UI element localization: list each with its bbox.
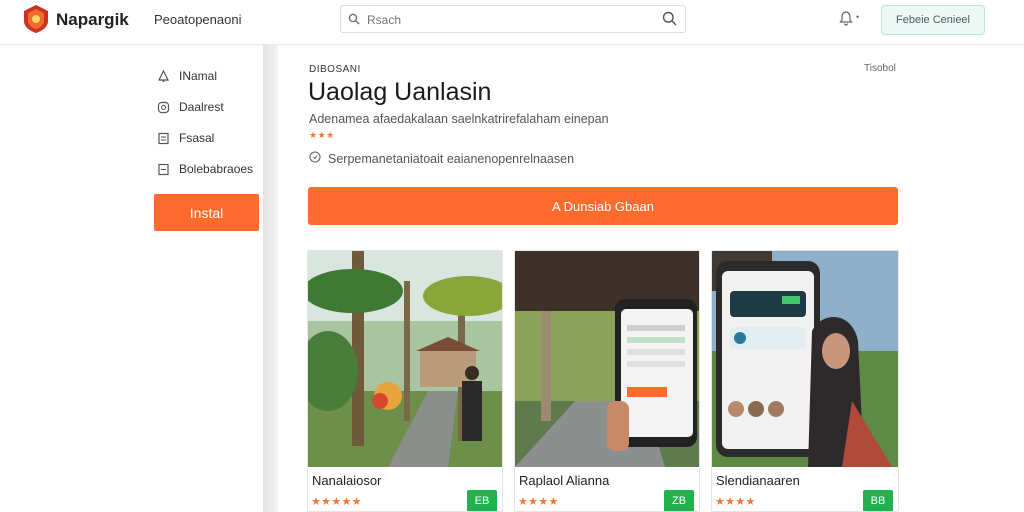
- list-icon: [156, 162, 170, 176]
- search-submit-icon[interactable]: [662, 11, 677, 31]
- card-title: Raplaol Alianna: [519, 473, 610, 488]
- chevron-down-icon[interactable]: •: [856, 12, 859, 22]
- garden-photo[interactable]: [308, 251, 502, 467]
- card-action-button[interactable]: ZB: [664, 490, 694, 511]
- phone-and-person-photo[interactable]: [712, 251, 898, 467]
- info-text: Serpemanetaniatoait eaianenopenrelnaasen: [328, 151, 575, 166]
- page-subtitle: Adenamea afaedakalaan saelnkatrirefalaha…: [309, 112, 609, 126]
- info-line: Serpemanetaniatoait eaianenopenrelnaasen: [309, 151, 574, 166]
- download-button[interactable]: A Dunsiab Gbaan: [308, 187, 898, 225]
- sidebar-item-label: Fsasal: [179, 131, 215, 145]
- drop-icon: [156, 69, 170, 83]
- sidebar-item-label: INamal: [179, 69, 218, 83]
- page-title: Uaolag Uanlasin: [308, 78, 492, 106]
- search-input[interactable]: [365, 10, 649, 30]
- notification-bell-icon[interactable]: [838, 10, 854, 31]
- sidebar-item-label: Bolebabraoes: [179, 162, 254, 176]
- rating-stars: ★★★: [309, 130, 335, 140]
- top-right-link[interactable]: Tisobol: [864, 63, 896, 74]
- card-action-button[interactable]: EB: [467, 490, 497, 511]
- phone-in-garden-photo[interactable]: [515, 251, 699, 467]
- chat-icon: [156, 100, 170, 114]
- card-title: Slendianaaren: [716, 473, 800, 488]
- header-action-button[interactable]: Febeie Cenieel: [881, 5, 985, 35]
- search-icon: [348, 12, 360, 30]
- info-circle-icon: [309, 151, 321, 166]
- shield-logo-icon[interactable]: [22, 4, 50, 34]
- card-action-button[interactable]: BB: [863, 490, 893, 511]
- sidebar-item-4[interactable]: Bolebabraoes: [156, 159, 253, 179]
- breadcrumb[interactable]: DIBOSANI: [309, 64, 361, 75]
- install-button[interactable]: Instal: [154, 194, 259, 231]
- app-card[interactable]: Nanalaiosor ★★★★★ EB: [307, 250, 503, 512]
- sidebar-divider: [263, 44, 278, 512]
- search-bar[interactable]: [340, 5, 686, 33]
- app-name[interactable]: Napargik: [56, 10, 129, 30]
- app-card[interactable]: Slendianaaren ★★★★ BB: [711, 250, 899, 512]
- sidebar-item-label: Daalrest: [179, 100, 224, 114]
- card-rating: ★★★★: [518, 496, 559, 508]
- card-title: Nanalaiosor: [312, 473, 382, 488]
- card-rating: ★★★★: [715, 496, 756, 508]
- app-card[interactable]: Raplaol Alianna ★★★★ ZB: [514, 250, 700, 512]
- nav-title[interactable]: Peoatopenaoni: [154, 12, 241, 27]
- card-rating: ★★★★★: [311, 496, 362, 508]
- document-icon: [156, 131, 170, 145]
- top-bar: Napargik Peoatopenaoni • Febeie Cenieel: [0, 0, 1024, 45]
- sidebar-item-3[interactable]: Fsasal: [156, 128, 214, 148]
- sidebar-item-1[interactable]: INamal: [156, 66, 217, 86]
- sidebar-item-2[interactable]: Daalrest: [156, 97, 224, 117]
